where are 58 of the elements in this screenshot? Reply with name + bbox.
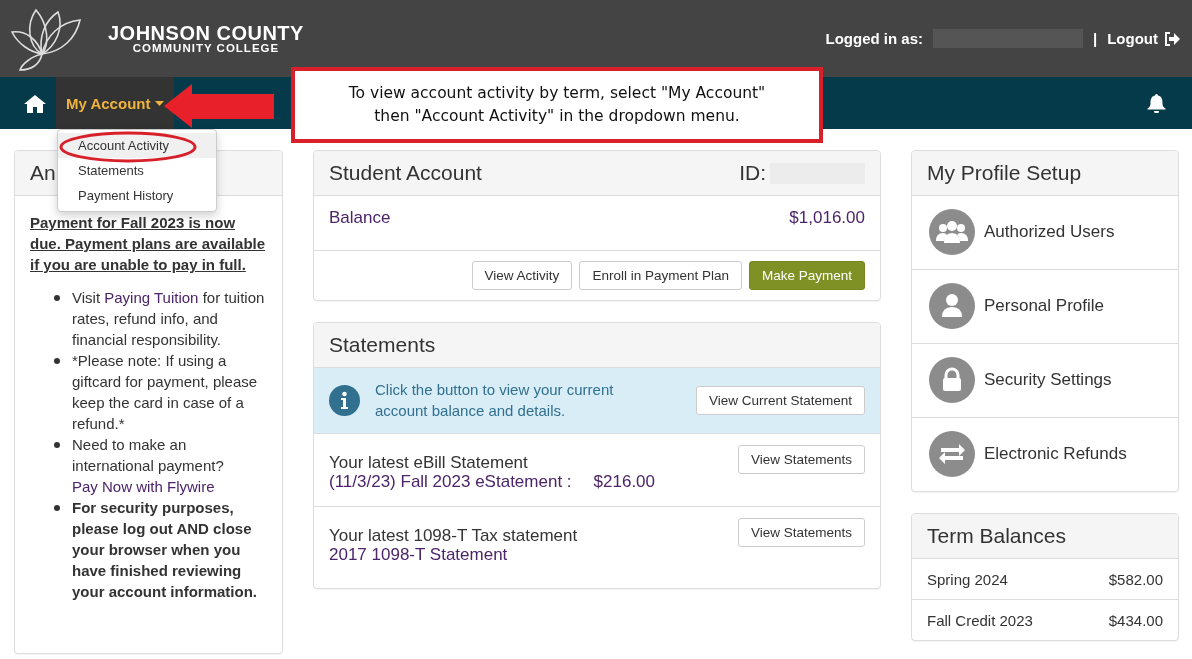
card-title: Student Account: [329, 161, 482, 185]
dropdown-item[interactable]: Payment History: [58, 183, 216, 208]
card-title: My Profile Setup: [927, 161, 1082, 185]
statement-link[interactable]: 2017 1098-T Statement: [329, 545, 508, 564]
notice-link[interactable]: Pay Now with Flywire: [72, 478, 215, 495]
action-button[interactable]: Make Payment: [748, 261, 865, 290]
notice-text: Visit Paying Tuition for tuition rates, refund info, and financial responsibility.: [72, 288, 266, 350]
view-current-statement-button[interactable]: View Current Statement: [695, 385, 865, 415]
balance-label: Balance: [329, 208, 391, 228]
notice-text: Need to make an international payment? Pay Now with Flywire: [72, 435, 225, 497]
id-label: ID:: [739, 161, 766, 185]
term-amount: $582.00: [1108, 571, 1163, 588]
action-button[interactable]: Enroll in Payment Plan: [579, 261, 742, 290]
callout-text: To view account activity by term, select "My Account": [348, 83, 766, 104]
statement-heading: Your latest 1098-T Tax statement: [329, 526, 578, 545]
profile-link[interactable]: Electronic Refunds: [984, 444, 1127, 464]
logout-icon: [1164, 31, 1180, 46]
statement-link[interactable]: (11/3/23) Fall 2023 eStatement :: [329, 472, 572, 491]
notice-text: *Please note: If using a giftcard for payment, please keep the card in case of a refund.*: [72, 351, 259, 434]
callout-text: then "Account Activity" in the dropdown menu.: [374, 106, 740, 127]
separator: |: [1093, 30, 1098, 47]
logged-in-label: Logged in as:: [825, 30, 923, 47]
profile-link[interactable]: Security Settings: [984, 370, 1112, 390]
bell-icon[interactable]: [1147, 93, 1166, 113]
logout-link[interactable]: Logout: [1107, 30, 1180, 47]
users-icon: [929, 209, 975, 255]
statement-heading: Your latest eBill Statement: [329, 453, 529, 472]
my-account-menu[interactable]: My Account: [56, 77, 175, 129]
info-icon: [329, 384, 360, 416]
exchange-arrows-icon: [929, 431, 975, 477]
card-title: An: [30, 161, 56, 185]
info-message: Click the button to view your current account balance and details.: [375, 380, 615, 421]
lock-icon: [929, 357, 975, 403]
term-amount: $434.00: [1108, 612, 1163, 629]
term-name: Spring 2024: [927, 571, 1008, 588]
notice-link[interactable]: Paying Tuition: [104, 289, 199, 306]
logo-title: JOHNSON COUNTY: [108, 22, 304, 43]
action-button[interactable]: View Activity: [471, 261, 573, 290]
payment-due-notice: Payment for Fall 2023 is now due. Payment plans are available if you are unable to pay in full.: [30, 213, 267, 275]
dropdown-item[interactable]: Statements: [58, 158, 216, 183]
logo-subtitle: COMMUNITY COLLEGE: [132, 42, 280, 55]
statement-amount: $216.00: [593, 472, 655, 491]
bullet-icon: [54, 295, 60, 301]
card-title: Statements: [329, 333, 436, 357]
profile-link[interactable]: Personal Profile: [984, 296, 1104, 316]
view-statements-button[interactable]: View Statements: [737, 445, 865, 474]
person-icon: [929, 283, 975, 329]
caret-icon: [155, 100, 165, 106]
bullet-icon: [54, 442, 60, 448]
view-statements-button[interactable]: View Statements: [737, 518, 865, 547]
term-name: Fall Credit 2023: [927, 612, 1033, 629]
bullet-icon: [54, 358, 60, 364]
notice-text: For security purposes, please log out AND close your browser when you have finished reviewing your account information.: [72, 498, 258, 602]
card-title: Term Balances: [927, 524, 1066, 548]
profile-link[interactable]: Authorized Users: [984, 222, 1115, 242]
balance-amount: $1,016.00: [789, 208, 865, 228]
home-icon[interactable]: [24, 93, 46, 113]
bullet-icon: [54, 505, 60, 511]
